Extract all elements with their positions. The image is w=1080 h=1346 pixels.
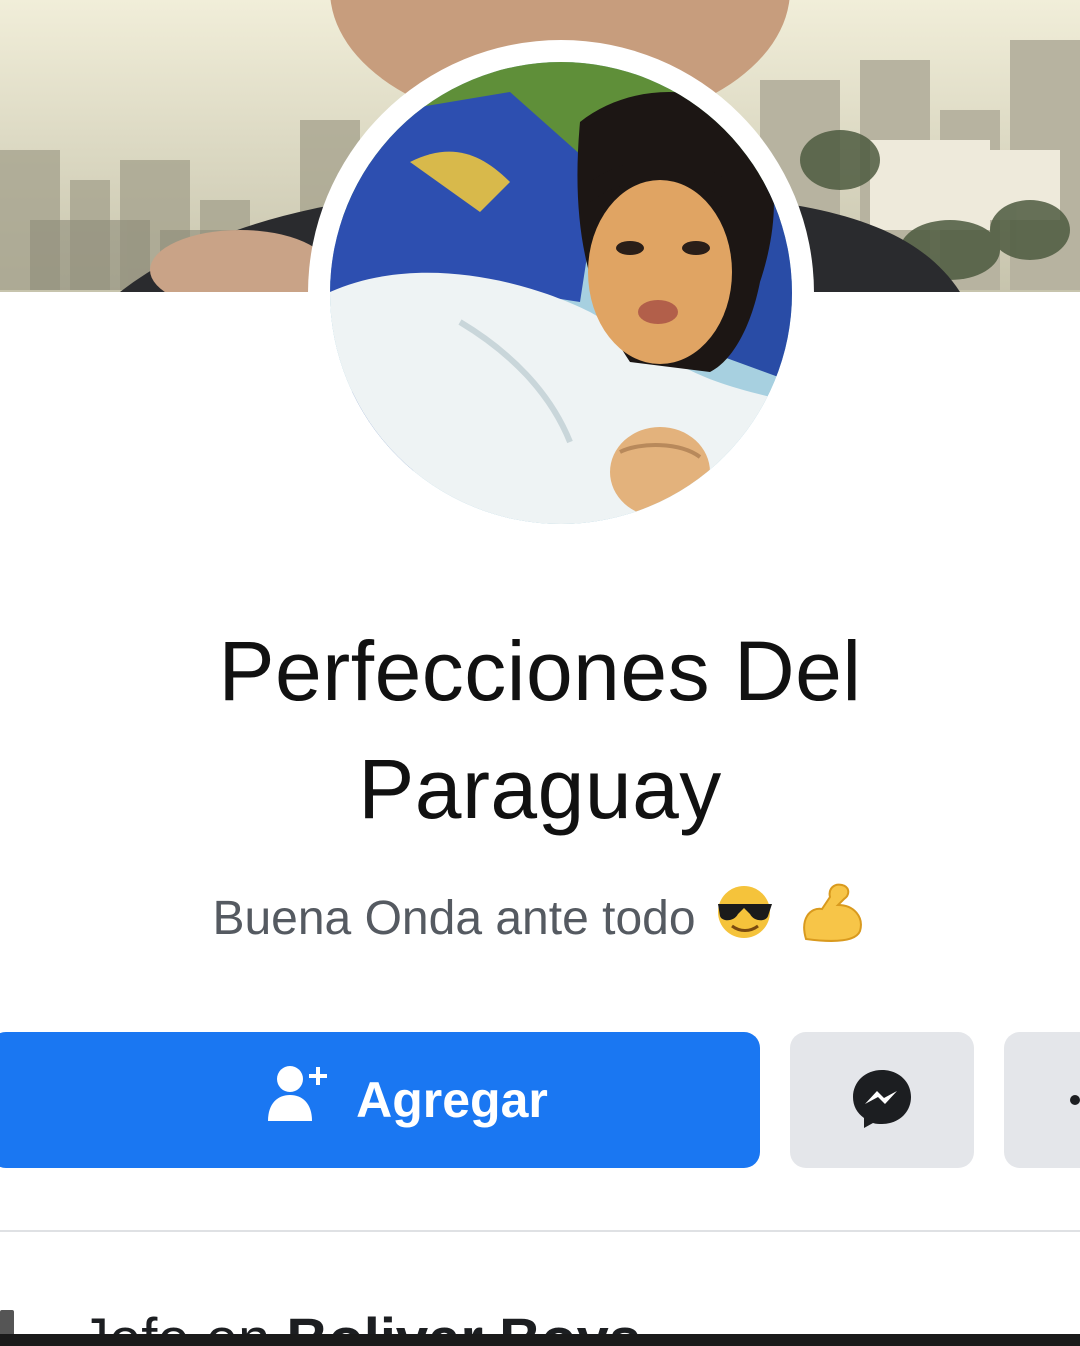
- work-prefix: Jefe en: [80, 1307, 270, 1337]
- work-info-text: Jefe en Bolivar Boys: [80, 1307, 641, 1337]
- profile-name-line-1: Perfecciones Del: [218, 624, 862, 718]
- bottom-edge: [0, 1334, 1080, 1346]
- messenger-icon: [850, 1066, 914, 1135]
- add-friend-label: Agregar: [356, 1072, 548, 1128]
- add-friend-button[interactable]: Agregar: [0, 1032, 760, 1168]
- profile-name-line-2: Paraguay: [358, 742, 722, 836]
- divider: [0, 1230, 1080, 1232]
- workplace-link[interactable]: Bolivar Boys: [286, 1307, 641, 1337]
- more-button[interactable]: [1004, 1032, 1080, 1168]
- profile-avatar[interactable]: [330, 62, 792, 524]
- more-icon: [1070, 1095, 1080, 1105]
- message-button[interactable]: [790, 1032, 974, 1168]
- bio-text: Buena Onda ante todo: [212, 891, 696, 945]
- sunglasses-emoji-icon: [710, 882, 782, 954]
- profile-bio: Buena Onda ante todo: [0, 882, 1080, 954]
- profile-name: Perfecciones Del Paraguay: [0, 612, 1080, 848]
- work-icon: [0, 1310, 14, 1336]
- work-info-row: Jefe en Bolivar Boys: [0, 1300, 1080, 1336]
- flexed-biceps-emoji-icon: [796, 879, 868, 957]
- add-friend-icon: [266, 1063, 330, 1137]
